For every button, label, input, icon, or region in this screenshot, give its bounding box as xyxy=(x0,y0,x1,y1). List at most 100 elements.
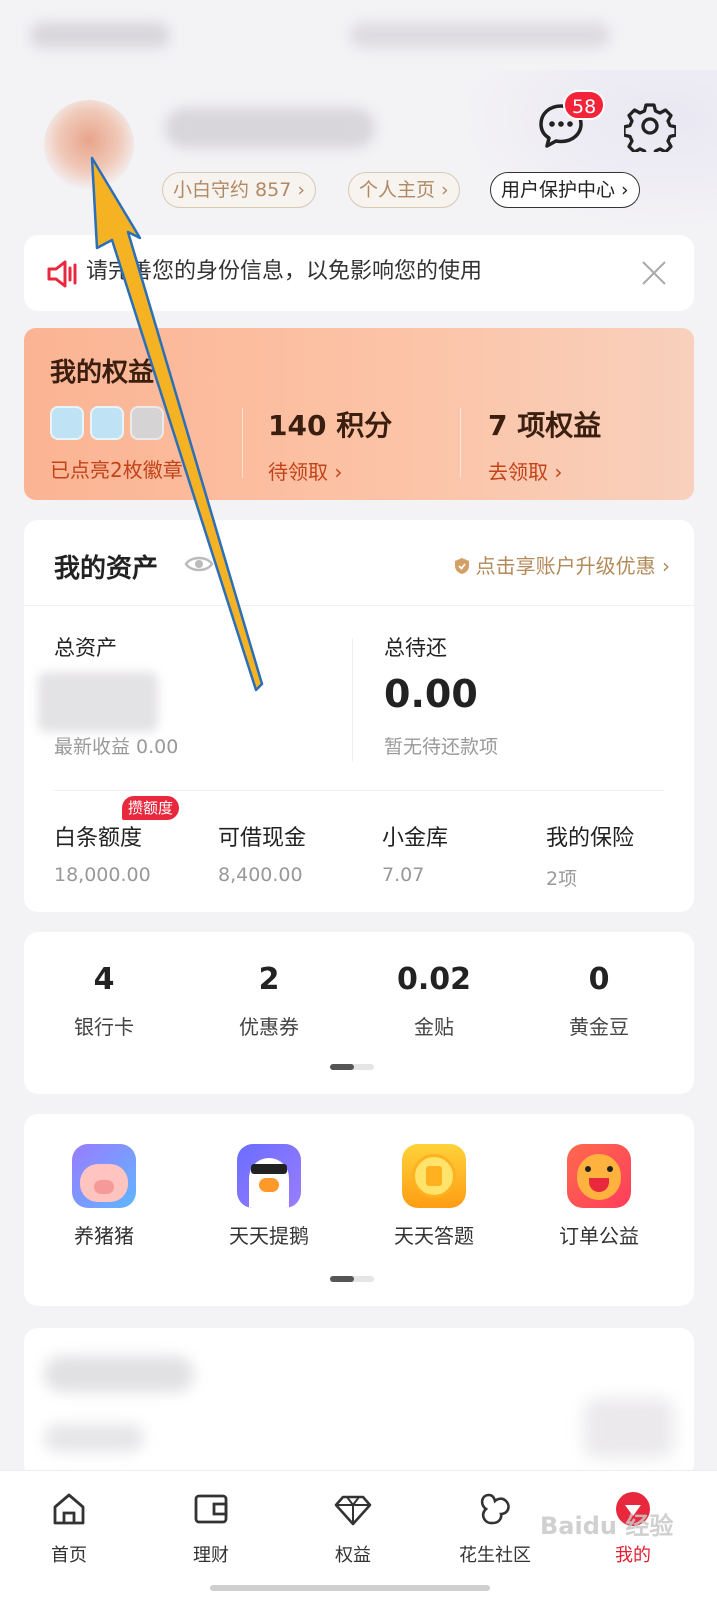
badges-text: 已点亮2枚徽章 › xyxy=(50,458,198,482)
divider xyxy=(242,408,243,478)
stat-label: 优惠券 xyxy=(239,1015,299,1039)
points-sub: 待领取 › xyxy=(268,460,343,484)
asset-item-label: 小金库 xyxy=(382,826,449,851)
identity-notice[interactable]: 请完善您的身份信息，以免影响您的使用 xyxy=(24,235,694,311)
app-quiz[interactable]: 天天答题 xyxy=(354,1144,514,1249)
home-icon xyxy=(53,1493,85,1525)
asset-item-label: 白条额度 xyxy=(54,826,143,851)
avatar[interactable] xyxy=(44,100,134,190)
app-label: 养猪猪 xyxy=(74,1224,134,1248)
repay-note: 暂无待还款项 xyxy=(384,736,499,758)
username-blurred[interactable] xyxy=(165,108,375,148)
stat-coupons[interactable]: 2 优惠券 xyxy=(189,962,349,1040)
total-assets[interactable]: 总资产 最新收益 0.00 xyxy=(38,632,179,759)
asset-item-label: 可借现金 xyxy=(218,826,307,851)
tab-community[interactable]: 花生社区 xyxy=(440,1489,550,1567)
upgrade-link[interactable]: 点击享账户升级优惠 › xyxy=(454,550,670,579)
app-label: 天天答题 xyxy=(394,1224,474,1248)
points-value: 140 积分 xyxy=(268,409,393,442)
stats-card: 4 银行卡 2 优惠券 0.02 金贴 0 黄金豆 xyxy=(24,932,694,1094)
badge-group[interactable]: 已点亮2枚徽章 › xyxy=(50,406,197,483)
divider xyxy=(352,638,353,762)
watermark: Baidu 经验 xyxy=(540,1512,674,1540)
peanut-icon xyxy=(480,1493,510,1525)
stat-bank-cards[interactable]: 4 银行卡 xyxy=(24,962,184,1040)
speaker-icon xyxy=(47,260,77,288)
latest-earnings: 最新收益 0.00 xyxy=(54,736,179,758)
stat-gold-beans[interactable]: 0 黄金豆 xyxy=(519,962,679,1040)
stat-label: 银行卡 xyxy=(74,1015,134,1039)
page-indicator xyxy=(330,1064,374,1070)
stat-label: 金贴 xyxy=(414,1015,454,1039)
stat-number: 0 xyxy=(588,962,610,997)
asset-item-value: 8,400.00 xyxy=(218,864,303,886)
app-label: 订单公益 xyxy=(559,1224,639,1248)
total-repay-value: 0.00 xyxy=(384,672,478,716)
badge-locked-icon xyxy=(130,406,164,440)
my-insurance[interactable]: 我的保险 2项 xyxy=(546,820,634,891)
assets-card: 我的资产 点击享账户升级优惠 › 总资产 最新收益 0.00 总待还 0.00 … xyxy=(24,520,694,912)
rights-card[interactable]: 我的权益 已点亮2枚徽章 › 140 积分 待领取 › 7 项权益 去领取 › xyxy=(24,328,694,500)
credit-score-pill[interactable]: 小白守约 857 › xyxy=(162,172,316,208)
page-indicator xyxy=(330,1276,374,1282)
pig-icon xyxy=(72,1144,136,1208)
badge-icon xyxy=(50,406,84,440)
badge-icon xyxy=(90,406,124,440)
tab-label: 首页 xyxy=(51,1545,87,1566)
app-goose[interactable]: 天天提鹅 xyxy=(189,1144,349,1249)
message-badge: 58 xyxy=(563,90,606,120)
apps-card: 养猪猪 天天提鹅 天天答题 订单公益 xyxy=(24,1114,694,1306)
assets-title: 我的资产 xyxy=(54,554,159,584)
app-charity[interactable]: 订单公益 xyxy=(519,1144,679,1249)
tab-rights[interactable]: 权益 xyxy=(298,1489,408,1567)
tab-label: 理财 xyxy=(193,1545,229,1566)
goose-icon xyxy=(237,1144,301,1208)
app-pig[interactable]: 养猪猪 xyxy=(24,1144,184,1249)
upgrade-text: 点击享账户升级优惠 › xyxy=(475,554,670,578)
total-assets-value-blurred xyxy=(38,672,178,732)
coin-icon xyxy=(402,1144,466,1208)
asset-item-value: 18,000.00 xyxy=(54,864,151,886)
divider xyxy=(54,790,664,791)
boost-credit-tag[interactable]: 攒额度 xyxy=(122,796,180,820)
asset-item-value: 7.07 xyxy=(382,864,425,886)
points-block[interactable]: 140 积分 待领取 › xyxy=(268,404,392,485)
tab-label: 花生社区 xyxy=(459,1545,531,1566)
divider xyxy=(460,408,461,478)
borrowable-cash[interactable]: 可借现金 8,400.00 xyxy=(218,820,306,886)
wallet-icon xyxy=(194,1494,228,1524)
tab-home[interactable]: 首页 xyxy=(14,1489,124,1567)
stat-gold-subsidy[interactable]: 0.02 金贴 xyxy=(354,962,514,1040)
user-protection-pill[interactable]: 用户保护中心 › xyxy=(490,172,640,208)
blurred-status-right xyxy=(350,22,610,48)
notice-text: 请完善您的身份信息，以免影响您的使用 xyxy=(86,259,483,284)
home-indicator[interactable] xyxy=(210,1585,490,1591)
diamond-icon xyxy=(334,1495,372,1526)
total-repay-label: 总待还 xyxy=(384,636,447,660)
baitiao-credit[interactable]: 白条额度 18,000.00 xyxy=(54,820,151,886)
small-vault[interactable]: 小金库 7.07 xyxy=(382,820,448,886)
total-repay[interactable]: 总待还 0.00 暂无待还款项 xyxy=(384,632,498,759)
blurred-status-left xyxy=(30,22,170,48)
tab-finance[interactable]: 理财 xyxy=(156,1489,266,1567)
stat-number: 2 xyxy=(258,962,280,997)
rights-title: 我的权益 xyxy=(50,358,155,388)
tab-label: 我的 xyxy=(615,1545,651,1566)
assets-header: 我的资产 点击享账户升级优惠 › xyxy=(24,520,694,606)
total-assets-label: 总资产 xyxy=(54,636,117,660)
benefits-value: 7 项权益 xyxy=(488,409,602,442)
personal-page-pill[interactable]: 个人主页 › xyxy=(348,172,460,208)
tab-label: 权益 xyxy=(335,1545,371,1566)
app-label: 天天提鹅 xyxy=(229,1224,309,1248)
stat-label: 黄金豆 xyxy=(569,1015,629,1039)
status-bar xyxy=(0,0,717,70)
stat-number: 0.02 xyxy=(396,962,472,997)
eye-icon[interactable] xyxy=(184,552,214,576)
gear-icon[interactable] xyxy=(624,100,676,152)
asset-item-value: 2项 xyxy=(546,868,578,890)
dog-icon xyxy=(567,1144,631,1208)
stat-number: 4 xyxy=(93,962,115,997)
close-icon[interactable] xyxy=(638,257,670,289)
benefits-block[interactable]: 7 项权益 去领取 › xyxy=(488,404,601,485)
benefits-sub: 去领取 › xyxy=(488,460,563,484)
